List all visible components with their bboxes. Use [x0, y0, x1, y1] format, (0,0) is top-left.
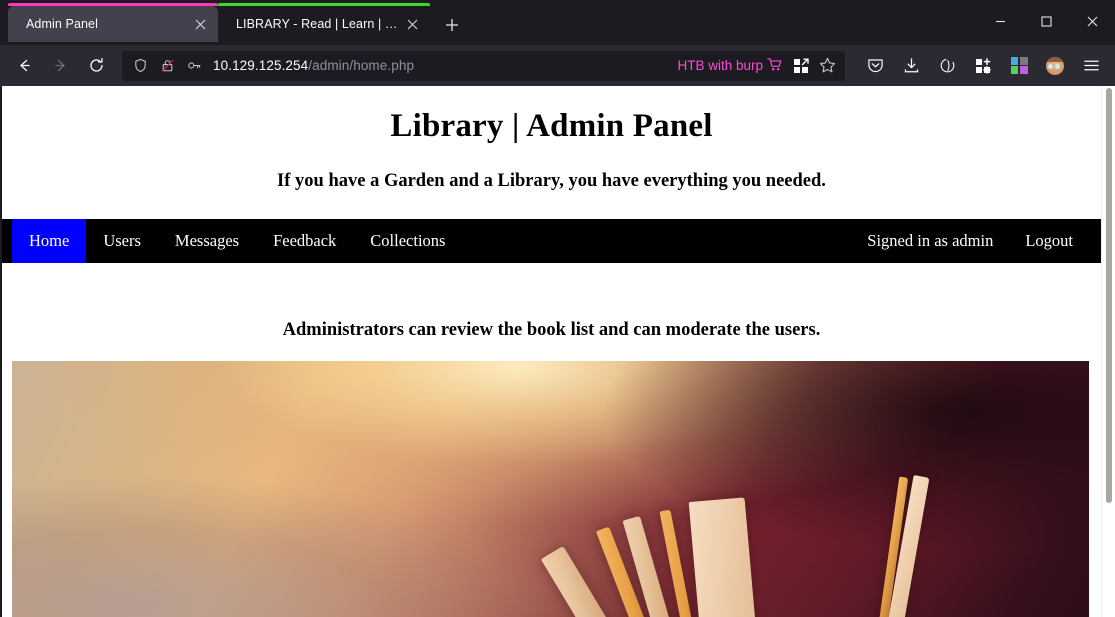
reload-button[interactable]	[79, 50, 113, 82]
nav-item-home[interactable]: Home	[12, 219, 87, 263]
browser-tab-library[interactable]: LIBRARY - Read | Learn | Have Fun	[218, 3, 430, 42]
toolbar-right-actions	[854, 50, 1108, 82]
bookmark-star-icon[interactable]	[817, 56, 837, 76]
avatar	[1046, 56, 1064, 75]
page-lead-text: Administrators can review the book list …	[282, 320, 821, 340]
account-avatar-icon[interactable]	[1038, 50, 1072, 82]
bookmark-label: HTB with burp	[677, 58, 763, 73]
tab-strip: Admin Panel LIBRARY - Read | Learn | Hav…	[0, 0, 1115, 45]
site-nav-right: Signed in as admin Logout	[851, 219, 1089, 263]
site-nav-left: Home Users Messages Feedback Collections	[12, 219, 462, 263]
app-grid-squares	[1010, 57, 1028, 74]
close-icon[interactable]	[190, 14, 210, 34]
url-text[interactable]: 10.129.125.254/admin/home.php	[211, 58, 670, 73]
close-window-button[interactable]	[1069, 0, 1115, 42]
nav-item-logout[interactable]: Logout	[1009, 219, 1089, 263]
scrollbar-thumb[interactable]	[1106, 88, 1112, 503]
nav-item-feedback[interactable]: Feedback	[256, 219, 353, 263]
url-bar[interactable]: 10.129.125.254/admin/home.php HTB with b…	[121, 49, 846, 82]
bookmark-htb-with-burp[interactable]: HTB with burp	[677, 57, 785, 75]
lock-insecure-icon[interactable]	[157, 56, 177, 76]
url-host: 10.129.125.254	[213, 58, 309, 73]
tab-title: LIBRARY - Read | Learn | Have Fun	[236, 17, 398, 31]
hero-image	[12, 361, 1089, 617]
url-bar-actions: HTB with burp	[677, 56, 837, 76]
browser-toolbar: 10.129.125.254/admin/home.php HTB with b…	[0, 45, 1115, 86]
close-icon[interactable]	[402, 14, 422, 34]
hamburger-menu-icon[interactable]	[1074, 50, 1108, 82]
key-icon[interactable]	[184, 56, 204, 76]
page-subtitle: If you have a Garden and a Library, you …	[277, 171, 826, 191]
maximize-button[interactable]	[1023, 0, 1069, 42]
tab-accent-indicator	[218, 3, 430, 6]
browser-tab-admin-panel[interactable]: Admin Panel	[8, 3, 218, 42]
nav-item-collections[interactable]: Collections	[353, 219, 462, 263]
sync-icon[interactable]	[930, 50, 964, 82]
minimize-button[interactable]	[977, 0, 1023, 42]
browser-window: Admin Panel LIBRARY - Read | Learn | Hav…	[0, 0, 1115, 617]
new-tab-button[interactable]	[436, 9, 468, 41]
site-nav-bar: Home Users Messages Feedback Collections…	[2, 219, 1101, 263]
extensions-icon[interactable]	[966, 50, 1000, 82]
url-path: /admin/home.php	[308, 58, 415, 73]
shield-icon[interactable]	[130, 56, 150, 76]
back-button[interactable]	[7, 50, 41, 82]
page-scrollbar[interactable]	[1101, 86, 1115, 617]
pocket-icon[interactable]	[858, 50, 892, 82]
container-tabs-icon[interactable]	[791, 56, 811, 76]
web-page: Library | Admin Panel If you have a Gard…	[2, 86, 1101, 617]
tab-title: Admin Panel	[26, 17, 98, 31]
page-viewport: Library | Admin Panel If you have a Gard…	[0, 86, 1115, 617]
window-controls	[977, 0, 1115, 42]
tab-accent-indicator	[8, 3, 218, 6]
nav-item-users[interactable]: Users	[86, 219, 158, 263]
page-title: Library | Admin Panel	[390, 108, 713, 144]
cart-icon	[767, 57, 783, 75]
downloads-icon[interactable]	[894, 50, 928, 82]
signed-in-status: Signed in as admin	[867, 231, 994, 250]
app-grid-icon[interactable]	[1002, 50, 1036, 82]
forward-button[interactable]	[43, 50, 77, 82]
nav-item-messages[interactable]: Messages	[158, 219, 256, 263]
